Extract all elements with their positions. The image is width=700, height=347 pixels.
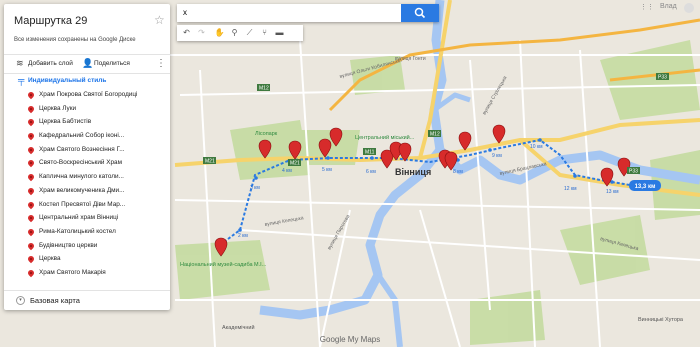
google-my-maps-logo: Google My Maps xyxy=(320,335,380,344)
base-map-label: Базовая карта xyxy=(30,296,80,305)
svg-text:13,3 км: 13,3 км xyxy=(635,184,656,190)
list-item[interactable]: Костел Пресвятої Діви Мар... xyxy=(4,200,170,214)
map-title[interactable]: Маршрутка 29 xyxy=(14,15,87,27)
svg-text:P33: P33 xyxy=(629,169,638,175)
style-icon: ╤ xyxy=(18,75,25,85)
pin-icon xyxy=(26,145,36,154)
km-label: 9 км xyxy=(492,153,502,159)
distance-badge: 13,3 км xyxy=(629,180,661,191)
pin-icon xyxy=(26,227,36,237)
district-label: Центральний міський... xyxy=(355,134,415,141)
hand-icon[interactable]: ✋ xyxy=(212,25,227,41)
km-label: 5 км xyxy=(322,167,332,173)
list-item[interactable]: Центральний храм Вінниці xyxy=(4,213,170,227)
km-label: 2 км xyxy=(238,233,248,239)
svg-text:M11: M11 xyxy=(365,150,375,156)
svg-text:M12: M12 xyxy=(259,86,269,92)
academic-label: Академічний xyxy=(222,324,255,331)
avatar[interactable] xyxy=(684,3,694,13)
drawing-toolbar: ↶ ↷ ✋ ⚲ ⟋ ⑂ ▬ xyxy=(177,25,303,41)
list-item[interactable]: Рима-Католицький костел xyxy=(4,227,170,241)
star-icon[interactable]: ☆ xyxy=(154,13,165,27)
pin-icon xyxy=(26,241,36,250)
svg-text:M21: M21 xyxy=(205,159,215,165)
layer-style-link[interactable]: Индивидуальный стиль xyxy=(28,77,106,84)
draw-line-icon[interactable]: ⟋ xyxy=(242,25,257,41)
street-label: вулиця Гонти xyxy=(395,56,426,62)
km-label: 8 км xyxy=(453,169,463,175)
pin-icon xyxy=(26,213,36,223)
km-label: 10 км xyxy=(530,144,543,150)
undo-icon[interactable]: ↶ xyxy=(179,25,194,41)
search-input[interactable] xyxy=(183,6,393,19)
save-status: Все изменения сохранены на Google Диске xyxy=(14,37,136,43)
search-bar xyxy=(177,4,439,22)
pin-icon xyxy=(26,186,36,196)
list-item[interactable]: Церква Бабтистів xyxy=(4,117,170,131)
share-button[interactable]: Поделиться xyxy=(94,60,130,67)
list-item[interactable]: Каплична минулого католи... xyxy=(4,172,170,186)
svg-text:M12: M12 xyxy=(430,132,440,138)
pin-icon xyxy=(26,159,36,168)
pin-icon xyxy=(26,90,36,100)
list-item[interactable]: Храм Святого Макарія xyxy=(4,268,170,282)
place-list: Храм Покрова Святої Богородиці Церква Лу… xyxy=(4,90,170,282)
expand-icon[interactable]: ▾ xyxy=(16,296,25,305)
pin-icon xyxy=(26,172,36,182)
pin-icon xyxy=(26,118,36,127)
svg-text:M21: M21 xyxy=(290,161,300,167)
redo-icon[interactable]: ↷ xyxy=(194,25,209,41)
list-item[interactable]: Кафедральний Собор іконі... xyxy=(4,131,170,145)
more-options-icon[interactable]: ⋮ xyxy=(156,58,166,69)
pin-icon xyxy=(26,104,36,113)
ruler-icon[interactable]: ▬ xyxy=(272,25,287,41)
km-label: 12 км xyxy=(564,186,577,192)
pin-icon xyxy=(26,268,36,278)
city-label: Вінниця xyxy=(395,167,431,177)
km-label: 4 км xyxy=(282,168,292,174)
pin-icon xyxy=(26,255,36,264)
khutor-label: Винницькі Хутора xyxy=(638,317,684,323)
add-layer-icon[interactable]: ≋ xyxy=(16,58,24,69)
search-icon xyxy=(414,7,426,19)
list-item[interactable]: Храм великомученика Дми... xyxy=(4,186,170,200)
park-label: Лісопарк xyxy=(255,131,278,137)
list-item[interactable]: Церква Луки xyxy=(4,104,170,118)
marker-icon[interactable]: ⚲ xyxy=(227,25,242,41)
list-item[interactable]: Храм Святого Вознесіння Г... xyxy=(4,145,170,159)
layers-panel: Маршрутка 29 ☆ Все изменения сохранены н… xyxy=(4,4,170,310)
km-label: 6 км xyxy=(366,169,376,175)
pin-icon xyxy=(26,200,36,209)
user-name[interactable]: Влад xyxy=(660,3,677,10)
panel-actions: ≋ Добавить слой 👤 Поделиться ⋮ xyxy=(4,54,170,74)
list-item[interactable]: Свято-Воскресінський Храм xyxy=(4,158,170,172)
km-label: 3 км xyxy=(250,185,260,191)
list-item[interactable]: Храм Покрова Святої Богородиці xyxy=(4,90,170,104)
km-label: 13 км xyxy=(606,189,619,195)
base-map-row[interactable]: ▾ Базовая карта xyxy=(4,290,170,310)
pin-icon xyxy=(26,131,36,141)
share-icon[interactable]: 👤 xyxy=(82,58,93,69)
svg-text:P33: P33 xyxy=(658,75,667,81)
search-button[interactable] xyxy=(401,4,439,22)
apps-icon[interactable]: ⋮⋮ xyxy=(640,3,654,11)
museum-label: Національний музей-садиба М.І... xyxy=(180,261,267,268)
list-item[interactable]: Церква xyxy=(4,254,170,268)
add-layer-button[interactable]: Добавить слой xyxy=(28,60,73,67)
list-item[interactable]: Будівництво церкви xyxy=(4,241,170,255)
directions-icon[interactable]: ⑂ xyxy=(257,25,272,41)
